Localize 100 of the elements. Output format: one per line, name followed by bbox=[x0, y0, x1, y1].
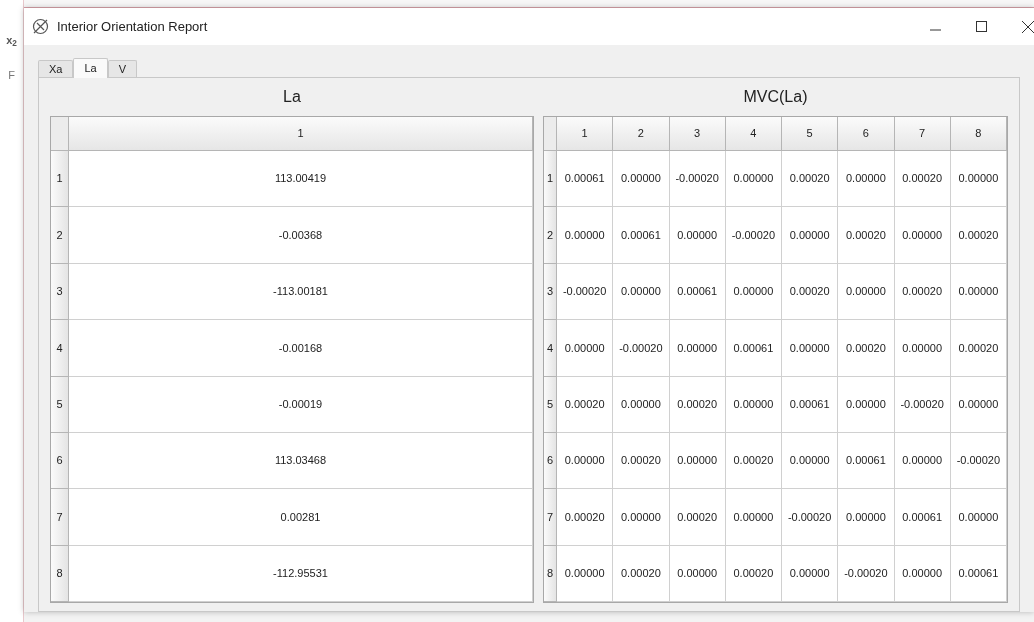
table-cell: -0.00020 bbox=[894, 376, 951, 433]
table-cell: -0.00020 bbox=[557, 263, 614, 321]
window-title: Interior Orientation Report bbox=[57, 17, 208, 36]
table-cell: 0.00020 bbox=[557, 376, 614, 433]
table-cell: 0.00020 bbox=[838, 207, 895, 264]
document-text: F bbox=[8, 67, 15, 83]
table-cell: -113.00181 bbox=[69, 263, 533, 321]
table-cell: 0.00061 bbox=[782, 376, 839, 433]
column-header: 5 bbox=[782, 117, 839, 151]
table-cell: 0.00000 bbox=[838, 376, 895, 433]
table-cell: 0.00000 bbox=[557, 545, 614, 602]
table-title: MVC(La) bbox=[743, 87, 808, 107]
table-cell: -0.00020 bbox=[613, 320, 670, 377]
table-cell: 0.00020 bbox=[782, 151, 839, 208]
table-cell: 0.00000 bbox=[557, 320, 614, 377]
row-header: 6 bbox=[544, 432, 557, 490]
document-text: x$_{2}$ bbox=[6, 33, 17, 49]
table-cell: 0.00020 bbox=[894, 151, 951, 208]
row-header: 4 bbox=[544, 320, 557, 377]
table-cell: 0.00000 bbox=[725, 263, 782, 321]
table-cell: 0.00000 bbox=[613, 151, 670, 208]
table-cell: 0.00281 bbox=[69, 489, 533, 546]
row-header: 7 bbox=[544, 489, 557, 546]
table-cell: 0.00061 bbox=[950, 545, 1007, 602]
row-header: 2 bbox=[51, 207, 69, 264]
table-cell: 0.00000 bbox=[613, 263, 670, 321]
table-cell: 0.00000 bbox=[557, 207, 614, 264]
row-header: 4 bbox=[51, 320, 69, 377]
table-cell: 0.00000 bbox=[557, 432, 614, 490]
table-cell: 0.00000 bbox=[669, 207, 726, 264]
table-cell: 0.00061 bbox=[613, 207, 670, 264]
table-cell: 0.00020 bbox=[894, 263, 951, 321]
table-cell: -0.00020 bbox=[782, 489, 839, 546]
table-cell: 0.00000 bbox=[782, 320, 839, 377]
row-header: 8 bbox=[544, 545, 557, 602]
column-header: 6 bbox=[838, 117, 895, 151]
tab[interactable]: La bbox=[73, 58, 108, 78]
table-cell: 0.00000 bbox=[950, 489, 1007, 546]
table-cell: 0.00000 bbox=[669, 545, 726, 602]
table-cell: 0.00020 bbox=[613, 545, 670, 602]
tab[interactable]: V bbox=[107, 60, 138, 77]
column-header: 8 bbox=[950, 117, 1007, 151]
table-cell: 0.00000 bbox=[669, 432, 726, 490]
table-title: La bbox=[283, 87, 301, 107]
table-cell: -0.00020 bbox=[725, 207, 782, 264]
table-cell: 0.00020 bbox=[725, 545, 782, 602]
row-header: 2 bbox=[544, 207, 557, 264]
row-header: 5 bbox=[544, 376, 557, 433]
column-header: 7 bbox=[894, 117, 951, 151]
table-cell: 0.00020 bbox=[669, 376, 726, 433]
table-cell: 0.00061 bbox=[669, 263, 726, 321]
table-cell: 113.03468 bbox=[69, 432, 533, 490]
table-cell: 0.00000 bbox=[782, 432, 839, 490]
table-cell: -0.00168 bbox=[69, 320, 533, 377]
row-header: 6 bbox=[51, 432, 69, 490]
close-icon bbox=[1022, 20, 1034, 33]
table-cell: -0.00368 bbox=[69, 207, 533, 264]
table-cell: 0.00020 bbox=[950, 320, 1007, 377]
table-cell: 0.00020 bbox=[838, 320, 895, 377]
table-cell: 0.00000 bbox=[894, 432, 951, 490]
column-header: 4 bbox=[725, 117, 782, 151]
table-cell: 0.00000 bbox=[894, 207, 951, 264]
table-cell: -0.00020 bbox=[838, 545, 895, 602]
column-header: 3 bbox=[669, 117, 726, 151]
table-cell: 0.00000 bbox=[613, 489, 670, 546]
table-cell: 0.00020 bbox=[725, 432, 782, 490]
tab[interactable]: Xa bbox=[38, 60, 74, 77]
table-cell: 0.00061 bbox=[894, 489, 951, 546]
table-cell: -0.00020 bbox=[669, 151, 726, 208]
table-cell: 0.00061 bbox=[557, 151, 614, 208]
table-cell: 0.00000 bbox=[838, 151, 895, 208]
table-cell: 0.00000 bbox=[950, 263, 1007, 321]
app-icon bbox=[32, 18, 49, 35]
corner-header bbox=[51, 117, 69, 151]
table-cell: 0.00061 bbox=[725, 320, 782, 377]
row-header: 7 bbox=[51, 489, 69, 546]
table-cell: 0.00020 bbox=[950, 207, 1007, 264]
table-cell: -0.00020 bbox=[950, 432, 1007, 490]
column-header: 1 bbox=[557, 117, 614, 151]
table-cell: 0.00000 bbox=[725, 151, 782, 208]
table-cell: 0.00000 bbox=[613, 376, 670, 433]
maximize-icon bbox=[975, 21, 987, 32]
table-cell: 0.00020 bbox=[782, 263, 839, 321]
table-cell: -0.00019 bbox=[69, 376, 533, 433]
row-header: 8 bbox=[51, 545, 69, 602]
table-cell: 0.00000 bbox=[838, 489, 895, 546]
table-cell: 0.00020 bbox=[613, 432, 670, 490]
table-cell: 0.00000 bbox=[782, 545, 839, 602]
table-cell: -112.95531 bbox=[69, 545, 533, 602]
row-header: 3 bbox=[544, 263, 557, 321]
table-cell: 113.00419 bbox=[69, 151, 533, 208]
minimize-icon bbox=[929, 28, 941, 31]
row-header: 3 bbox=[51, 263, 69, 321]
table-cell: 0.00061 bbox=[838, 432, 895, 490]
row-header: 1 bbox=[51, 151, 69, 208]
table-cell: 0.00000 bbox=[725, 489, 782, 546]
table-cell: 0.00000 bbox=[950, 376, 1007, 433]
table-cell: 0.00000 bbox=[950, 151, 1007, 208]
table-cell: 0.00020 bbox=[669, 489, 726, 546]
column-header: 1 bbox=[69, 117, 533, 151]
